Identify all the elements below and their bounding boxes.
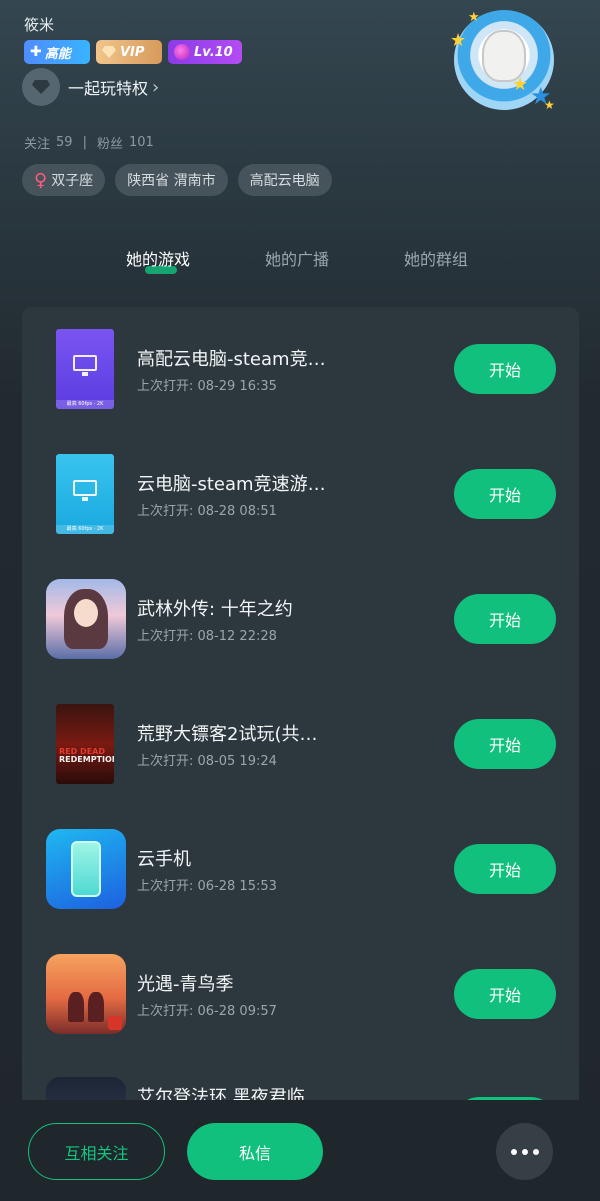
female-icon: ♀ — [34, 169, 48, 191]
profile-tabs: 她的游戏 她的广播 她的群组 — [0, 246, 600, 280]
icon-caption: 最高 60fps · 2K — [56, 400, 114, 409]
device-tag: 高配云电脑 — [237, 164, 332, 196]
location-tag: 陕西省 渭南市 — [115, 164, 228, 196]
game-title: 云手机 — [137, 849, 191, 870]
cloud-pc-purple-icon: 最高 60fps · 2K — [56, 329, 114, 409]
last-opened: 上次打开: 06-28 15:53 — [137, 879, 277, 894]
gem-icon — [174, 44, 190, 60]
icon-caption: 最高 60fps · 2K — [56, 525, 114, 534]
zodiac-tag-label: 双子座 — [51, 173, 94, 189]
privilege-diamond-icon — [22, 68, 60, 106]
last-opened: 上次打开: 08-29 16:35 — [137, 379, 277, 394]
vip-badge-label: VIP — [120, 44, 145, 60]
gamepad-icon: ✚ — [30, 44, 42, 60]
start-button[interactable]: 开始 — [454, 469, 556, 519]
privilege-label: 一起玩特权 — [68, 79, 149, 98]
list-item[interactable]: RED DEAD REDEMPTION 荒野大镖客2试玩(共… 上次打开: 08-… — [22, 682, 579, 807]
privilege-link[interactable]: 一起玩特权 › — [22, 68, 159, 106]
sky-game-icon — [46, 954, 126, 1034]
cloud-phone-icon — [46, 829, 126, 909]
location-tag-label: 陕西省 渭南市 — [127, 173, 216, 189]
game-title: 光遇-青鸟季 — [137, 974, 234, 995]
last-opened: 上次打开: 08-12 22:28 — [137, 629, 277, 644]
stats-divider: | — [82, 135, 87, 150]
start-button[interactable]: 开始 — [454, 844, 556, 894]
game-list: 最高 60fps · 2K 高配云电脑-steam竞… 上次打开: 08-29 … — [22, 307, 579, 1127]
zodiac-tag: ♀ 双子座 — [22, 164, 106, 196]
following-label: 关注 — [24, 137, 51, 152]
tab-her-games[interactable]: 她的游戏 — [126, 246, 190, 270]
username: 筱米 — [24, 16, 55, 34]
list-item[interactable]: 云手机 上次打开: 06-28 15:53 开始 — [22, 807, 579, 932]
star-icon: ★ — [450, 30, 467, 51]
tab-her-groups[interactable]: 她的群组 — [404, 246, 468, 270]
device-tag-label: 高配云电脑 — [249, 173, 320, 189]
energy-badge-label: 高能 — [44, 46, 71, 62]
game-title: 高配云电脑-steam竞… — [137, 349, 326, 370]
last-opened: 上次打开: 06-28 09:57 — [137, 1004, 277, 1019]
game-title: 荒野大镖客2试玩(共… — [137, 724, 318, 745]
more-dots-icon[interactable] — [496, 1123, 553, 1180]
level-badge-label: Lv.10 — [194, 44, 233, 60]
mutual-follow-button[interactable]: 互相关注 — [28, 1123, 165, 1180]
star-icon: ★ — [544, 98, 555, 112]
last-opened: 上次打开: 08-28 08:51 — [137, 504, 277, 519]
followers-label: 粉丝 — [96, 137, 123, 152]
follow-stats: 关注 59 | 粉丝 101 — [24, 133, 154, 152]
start-button[interactable]: 开始 — [454, 719, 556, 769]
private-message-button[interactable]: 私信 — [187, 1123, 323, 1180]
start-button[interactable]: 开始 — [454, 594, 556, 644]
profile-tags: ♀ 双子座 陕西省 渭南市 高配云电脑 — [22, 164, 332, 196]
game-title: 武林外传: 十年之约 — [137, 599, 293, 620]
followers-count[interactable]: 101 — [129, 135, 154, 150]
last-opened: 上次打开: 08-05 19:24 — [137, 754, 277, 769]
diamond-icon — [102, 46, 116, 58]
star-icon: ★ — [468, 10, 480, 25]
vip-badge[interactable]: VIP — [96, 40, 162, 64]
list-item[interactable]: 最高 60fps · 2K 云电脑-steam竞速游… 上次打开: 08-28 … — [22, 432, 579, 557]
star-icon: ★ — [512, 74, 529, 95]
following-count[interactable]: 59 — [56, 135, 73, 150]
bottom-action-bar: 互相关注 私信 — [0, 1100, 600, 1201]
tab-her-broadcasts[interactable]: 她的广播 — [265, 246, 329, 270]
list-item[interactable]: 武林外传: 十年之约 上次打开: 08-12 22:28 开始 — [22, 557, 579, 682]
chevron-right-icon: › — [152, 76, 160, 98]
red-dead-icon: RED DEAD REDEMPTION — [56, 704, 114, 784]
start-button[interactable]: 开始 — [454, 969, 556, 1019]
level-badge[interactable]: Lv.10 — [168, 40, 242, 64]
avatar[interactable]: ★ ★ ★ ★ ★ — [446, 4, 562, 116]
list-item[interactable]: 光遇-青鸟季 上次打开: 06-28 09:57 开始 — [22, 932, 579, 1057]
list-item[interactable]: 最高 60fps · 2K 高配云电脑-steam竞… 上次打开: 08-29 … — [22, 307, 579, 432]
badge-row: ✚ 高能 VIP Lv.10 — [24, 40, 242, 64]
wulin-game-icon — [46, 579, 126, 659]
game-title: 云电脑-steam竞速游… — [137, 474, 326, 495]
cloud-pc-cyan-icon: 最高 60fps · 2K — [56, 454, 114, 534]
energy-badge[interactable]: ✚ 高能 — [24, 40, 90, 64]
start-button[interactable]: 开始 — [454, 344, 556, 394]
